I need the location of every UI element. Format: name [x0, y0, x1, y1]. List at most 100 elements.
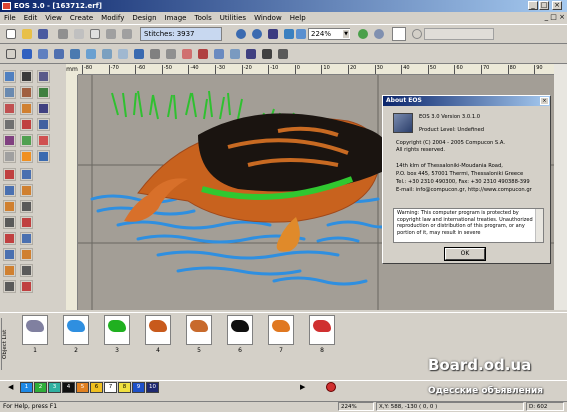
- open-icon[interactable]: [20, 27, 34, 41]
- menu-tools[interactable]: Tools: [190, 12, 215, 24]
- tool-button[interactable]: [20, 168, 33, 181]
- color-swatch[interactable]: 8: [118, 382, 131, 393]
- menu-help[interactable]: Help: [286, 12, 310, 24]
- tool-button[interactable]: [20, 118, 33, 131]
- menu-window[interactable]: Window: [250, 12, 286, 24]
- color-swatch[interactable]: 3: [48, 382, 61, 393]
- tool-button[interactable]: [3, 264, 16, 277]
- color-swatch[interactable]: 5: [76, 382, 89, 393]
- menu-utilities[interactable]: Utilities: [216, 12, 250, 24]
- palette-left-arrow-icon[interactable]: ◀: [8, 383, 13, 391]
- menu-view[interactable]: View: [41, 12, 66, 24]
- new-icon[interactable]: [4, 27, 18, 41]
- grid-icon[interactable]: [266, 27, 280, 41]
- scale-icon[interactable]: [68, 47, 82, 61]
- path-icon[interactable]: [276, 47, 290, 61]
- color-swatch[interactable]: 4: [62, 382, 75, 393]
- minimize-button[interactable]: _: [528, 1, 538, 10]
- chevron-down-icon[interactable]: ▼: [342, 29, 350, 39]
- tool-button[interactable]: [3, 150, 16, 163]
- tool-button[interactable]: [20, 86, 33, 99]
- tool-button[interactable]: [20, 200, 33, 213]
- save-icon[interactable]: [36, 27, 50, 41]
- tool-button[interactable]: [37, 134, 50, 147]
- node-icon[interactable]: [260, 47, 274, 61]
- color-swatch[interactable]: 10: [146, 382, 159, 393]
- zoom-box-icon[interactable]: [294, 27, 308, 41]
- close-icon[interactable]: ×: [540, 97, 549, 105]
- tool-button[interactable]: [37, 70, 50, 83]
- object-thumbnail[interactable]: [309, 315, 335, 345]
- ok-button[interactable]: OK: [444, 247, 486, 261]
- tool-button[interactable]: [20, 134, 33, 147]
- cut-icon[interactable]: [72, 27, 86, 41]
- tool-button[interactable]: [3, 248, 16, 261]
- tool-button[interactable]: [37, 150, 50, 163]
- copy-icon[interactable]: [88, 27, 102, 41]
- tool-button[interactable]: [37, 86, 50, 99]
- magnifier-icon[interactable]: [372, 27, 386, 41]
- group-icon[interactable]: [100, 47, 114, 61]
- tool-button[interactable]: [3, 216, 16, 229]
- tool-button[interactable]: [3, 232, 16, 245]
- refresh-icon[interactable]: [356, 27, 370, 41]
- color-swatch[interactable]: 2: [34, 382, 47, 393]
- object-thumbnail[interactable]: [268, 315, 294, 345]
- tool-button[interactable]: [20, 264, 33, 277]
- color-swatch[interactable]: 1: [20, 382, 33, 393]
- vertical-scrollbar[interactable]: [554, 64, 567, 310]
- tool-button[interactable]: [3, 102, 16, 115]
- object-thumbnail[interactable]: [63, 315, 89, 345]
- tool-button[interactable]: [3, 86, 16, 99]
- palette-right-arrow-icon[interactable]: ▶: [300, 383, 305, 391]
- tool-button[interactable]: [3, 184, 16, 197]
- run-icon[interactable]: [228, 47, 242, 61]
- tool-button[interactable]: [20, 216, 33, 229]
- align-icon[interactable]: [84, 47, 98, 61]
- print-icon[interactable]: [56, 27, 70, 41]
- order-back-icon[interactable]: [164, 47, 178, 61]
- app-icon[interactable]: [2, 2, 11, 10]
- menu-design[interactable]: Design: [128, 12, 160, 24]
- warning-scrollbar[interactable]: [535, 209, 543, 242]
- menu-create[interactable]: Create: [66, 12, 97, 24]
- tool-button[interactable]: [3, 70, 16, 83]
- rotate-icon[interactable]: [36, 47, 50, 61]
- object-thumbnail[interactable]: [22, 315, 48, 345]
- tool-button[interactable]: [37, 102, 50, 115]
- text-icon[interactable]: [244, 47, 258, 61]
- object-thumbnail[interactable]: [186, 315, 212, 345]
- color-swatch[interactable]: 6: [90, 382, 103, 393]
- menu-edit[interactable]: Edit: [20, 12, 42, 24]
- tool-button[interactable]: [20, 70, 33, 83]
- color-swatch[interactable]: 7: [104, 382, 117, 393]
- order-icon[interactable]: [148, 47, 162, 61]
- undo-icon[interactable]: [104, 27, 118, 41]
- object-thumbnail[interactable]: [227, 315, 253, 345]
- reshape-icon[interactable]: [20, 47, 34, 61]
- tool-button[interactable]: [3, 168, 16, 181]
- ungroup-icon[interactable]: [116, 47, 130, 61]
- tool-button[interactable]: [37, 118, 50, 131]
- object-thumbnail[interactable]: [145, 315, 171, 345]
- tool-button[interactable]: [3, 118, 16, 131]
- disable-icon[interactable]: [410, 27, 424, 41]
- redo-icon[interactable]: [120, 27, 134, 41]
- satin-icon[interactable]: [212, 47, 226, 61]
- maximize-button[interactable]: □: [539, 1, 549, 10]
- stop-icon[interactable]: [326, 382, 336, 392]
- tool-button[interactable]: [20, 232, 33, 245]
- tool-button[interactable]: [20, 102, 33, 115]
- tool-button[interactable]: [20, 184, 33, 197]
- tool-button[interactable]: [3, 200, 16, 213]
- menu-file[interactable]: File: [0, 12, 20, 24]
- tool-button[interactable]: [3, 280, 16, 293]
- mirror-icon[interactable]: [52, 47, 66, 61]
- object-thumbnail[interactable]: [104, 315, 130, 345]
- stitch-view-icon[interactable]: [132, 47, 146, 61]
- fill-icon[interactable]: [180, 47, 194, 61]
- tool-button[interactable]: [20, 280, 33, 293]
- applique-icon[interactable]: [196, 47, 210, 61]
- mdi-controls[interactable]: _ □ ×: [545, 13, 565, 21]
- tool-button[interactable]: [20, 150, 33, 163]
